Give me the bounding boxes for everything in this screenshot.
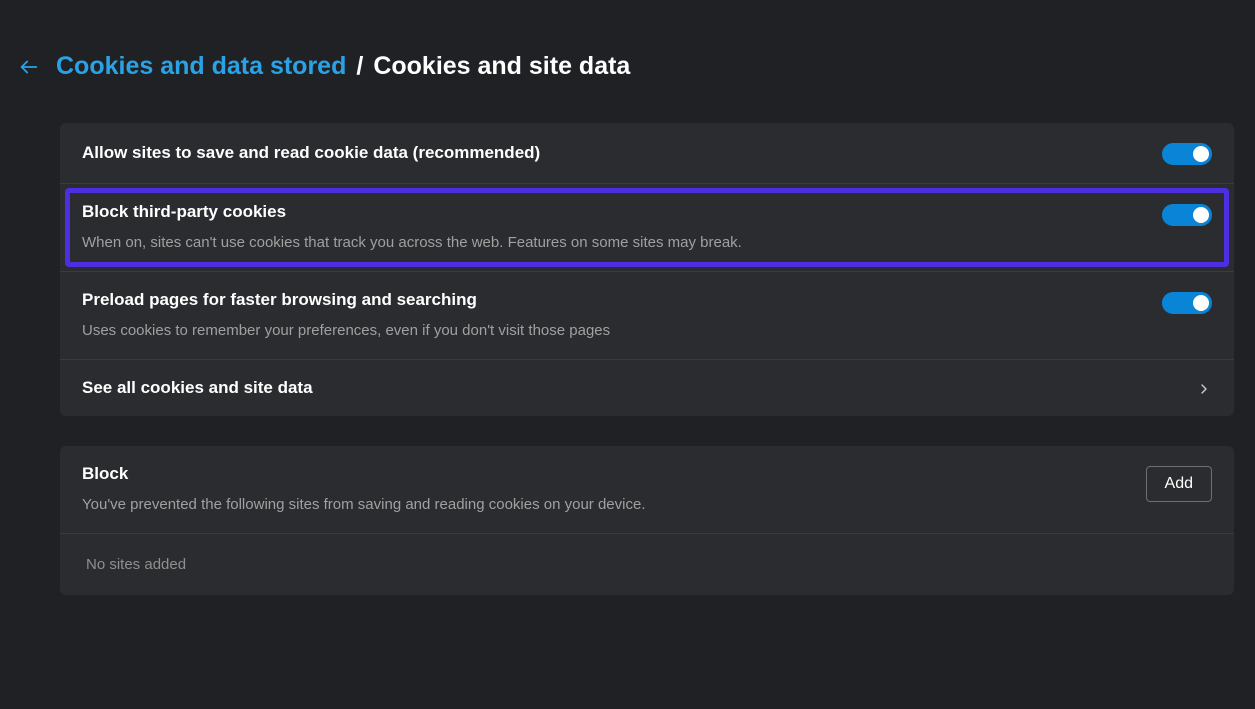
toggle-block-third-party[interactable] [1162, 204, 1212, 226]
toggle-knob [1193, 207, 1209, 223]
setting-title: Block third-party cookies [82, 202, 1142, 222]
block-title: Block [82, 464, 1126, 484]
toggle-preload[interactable] [1162, 292, 1212, 314]
setting-title: Preload pages for faster browsing and se… [82, 290, 1142, 310]
toggle-allow-save[interactable] [1162, 143, 1212, 165]
toggle-knob [1193, 146, 1209, 162]
setting-row-block-third-party: Block third-party cookies When on, sites… [60, 184, 1234, 272]
breadcrumb-parent-link[interactable]: Cookies and data stored [56, 52, 346, 81]
breadcrumb-current: Cookies and site data [373, 52, 630, 81]
block-empty-message: No sites added [60, 534, 1234, 595]
setting-title: See all cookies and site data [82, 378, 1176, 398]
setting-row-see-all[interactable]: See all cookies and site data [60, 360, 1234, 416]
breadcrumb: Cookies and data stored / Cookies and si… [56, 52, 630, 81]
add-button[interactable]: Add [1146, 466, 1212, 502]
setting-title: Allow sites to save and read cookie data… [82, 143, 1142, 163]
back-arrow-icon[interactable] [18, 56, 40, 78]
chevron-right-icon [1196, 381, 1212, 397]
breadcrumb-separator: / [356, 52, 363, 81]
toggle-knob [1193, 295, 1209, 311]
setting-subtitle: When on, sites can't use cookies that tr… [82, 232, 1142, 253]
block-subtitle: You've prevented the following sites fro… [82, 494, 1126, 515]
block-list-card: Block You've prevented the following sit… [60, 446, 1234, 595]
cookie-settings-card: Allow sites to save and read cookie data… [60, 123, 1234, 416]
block-section-header: Block You've prevented the following sit… [60, 446, 1234, 534]
setting-row-preload: Preload pages for faster browsing and se… [60, 272, 1234, 360]
setting-subtitle: Uses cookies to remember your preference… [82, 320, 1142, 341]
setting-row-allow-save: Allow sites to save and read cookie data… [60, 123, 1234, 184]
